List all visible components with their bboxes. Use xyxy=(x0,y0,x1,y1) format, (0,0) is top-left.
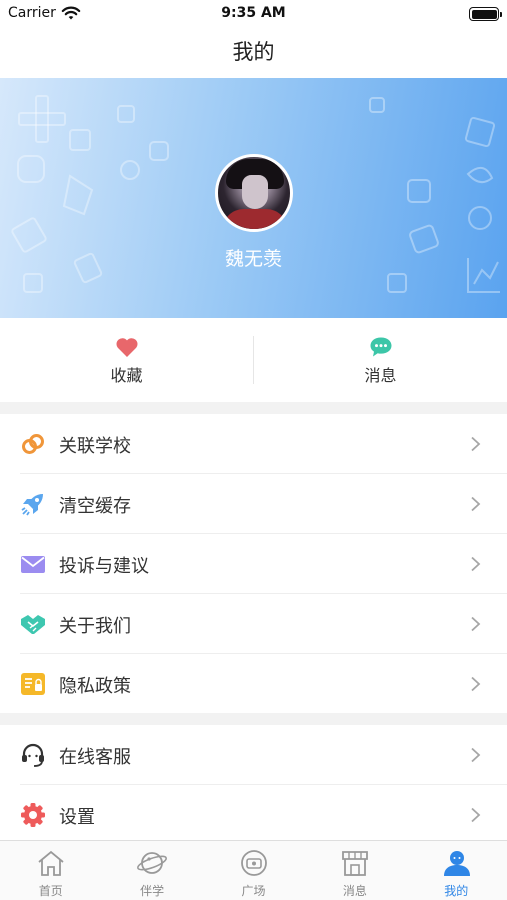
user-icon xyxy=(443,851,470,876)
menu-label: 投诉与建议 xyxy=(59,556,149,577)
page-title: 我的 xyxy=(232,40,275,64)
tab-bar: 首页 伴学 广场 消息 我的 xyxy=(0,840,507,900)
menu-item-about-us[interactable]: 关于我们 xyxy=(0,594,507,653)
menu-label: 设置 xyxy=(59,807,95,828)
chevron-right-icon xyxy=(471,496,481,512)
profile-banner: 魏无羡 xyxy=(0,78,507,318)
shop-icon xyxy=(342,851,369,876)
user-name: 魏无羡 xyxy=(224,248,282,270)
menu-item-online-service[interactable]: 在线客服 xyxy=(0,725,507,784)
favorites-label: 收藏 xyxy=(110,366,143,385)
tab-home[interactable]: 首页 xyxy=(0,841,101,900)
avatar[interactable] xyxy=(215,154,293,232)
menu-label: 隐私政策 xyxy=(59,676,131,697)
menu-item-linked-school[interactable]: 关联学校 xyxy=(0,414,507,473)
rocket-icon xyxy=(21,494,43,516)
section-gap xyxy=(0,402,507,414)
handshake-icon xyxy=(21,615,45,634)
menu-item-privacy-policy[interactable]: 隐私政策 xyxy=(0,654,507,713)
section-gap xyxy=(0,713,507,725)
menu-label: 关于我们 xyxy=(59,616,131,637)
menu-item-clear-cache[interactable]: 清空缓存 xyxy=(0,474,507,533)
tab-study[interactable]: 伴学 xyxy=(101,841,202,900)
quick-actions: 收藏 消息 xyxy=(0,318,507,402)
square-icon xyxy=(240,850,267,876)
tab-label: 消息 xyxy=(342,884,367,898)
tab-square[interactable]: 广场 xyxy=(203,841,304,900)
chat-bubble-icon xyxy=(370,337,392,357)
menu-label: 清空缓存 xyxy=(59,496,131,517)
chevron-right-icon xyxy=(471,747,481,763)
tab-label: 广场 xyxy=(241,884,266,898)
messages-label: 消息 xyxy=(364,366,397,385)
menu-label: 关联学校 xyxy=(59,436,131,457)
envelope-icon xyxy=(21,556,45,573)
home-icon xyxy=(38,850,64,876)
tab-label: 伴学 xyxy=(140,884,165,898)
status-time: 9:35 AM xyxy=(221,5,286,21)
chevron-right-icon xyxy=(471,616,481,632)
navigation-bar: 我的 xyxy=(0,30,507,78)
menu-label: 在线客服 xyxy=(59,747,131,768)
headset-icon xyxy=(22,743,44,767)
heart-icon xyxy=(116,338,138,357)
planet-icon xyxy=(137,852,168,874)
menu-item-feedback[interactable]: 投诉与建议 xyxy=(0,534,507,593)
status-bar: Carrier 9:35 AM xyxy=(0,0,507,30)
menu-item-settings[interactable]: 设置 xyxy=(0,785,507,844)
policy-document-icon xyxy=(21,673,45,695)
chevron-right-icon xyxy=(471,556,481,572)
tab-messages[interactable]: 消息 xyxy=(304,841,405,900)
chevron-right-icon xyxy=(471,436,481,452)
tab-label: 我的 xyxy=(444,884,469,898)
chevron-right-icon xyxy=(471,676,481,692)
battery-icon xyxy=(469,7,502,21)
chevron-right-icon xyxy=(471,807,481,823)
gear-icon xyxy=(21,803,45,827)
favorites-button[interactable]: 收藏 xyxy=(0,318,253,402)
tab-mine[interactable]: 我的 xyxy=(406,841,507,900)
link-icon xyxy=(22,434,44,454)
messages-button[interactable]: 消息 xyxy=(254,318,507,402)
tab-label: 首页 xyxy=(38,884,63,898)
